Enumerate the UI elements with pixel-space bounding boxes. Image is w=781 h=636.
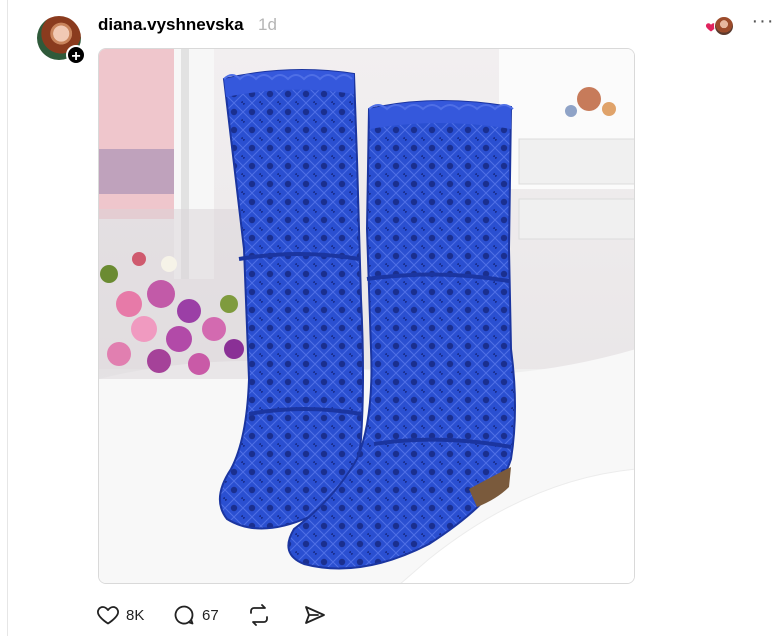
post-timestamp: 1d bbox=[258, 15, 277, 34]
post-image[interactable] bbox=[98, 48, 635, 584]
repost-icon bbox=[250, 604, 268, 626]
share-icon bbox=[305, 606, 325, 624]
reply-button[interactable]: 67 bbox=[172, 600, 219, 630]
reply-icon bbox=[174, 605, 194, 625]
repost-button[interactable] bbox=[246, 600, 272, 630]
like-count: 8K bbox=[126, 606, 145, 624]
author-username[interactable]: diana.vyshnevska bbox=[98, 15, 244, 35]
heart-icon bbox=[97, 606, 119, 625]
more-icon[interactable]: ··· bbox=[750, 11, 776, 34]
reaction-avatar bbox=[714, 16, 734, 36]
author-avatar[interactable]: + bbox=[37, 16, 86, 65]
share-button[interactable] bbox=[303, 600, 327, 630]
boots-photo bbox=[99, 49, 634, 583]
reply-count: 67 bbox=[202, 606, 219, 624]
reaction-avatars[interactable] bbox=[705, 15, 734, 36]
follow-plus-icon[interactable]: + bbox=[66, 45, 86, 65]
like-button[interactable]: 8K bbox=[96, 600, 144, 630]
thread-post: + diana.vyshnevska 1d ··· 8K 67 bbox=[0, 0, 781, 636]
